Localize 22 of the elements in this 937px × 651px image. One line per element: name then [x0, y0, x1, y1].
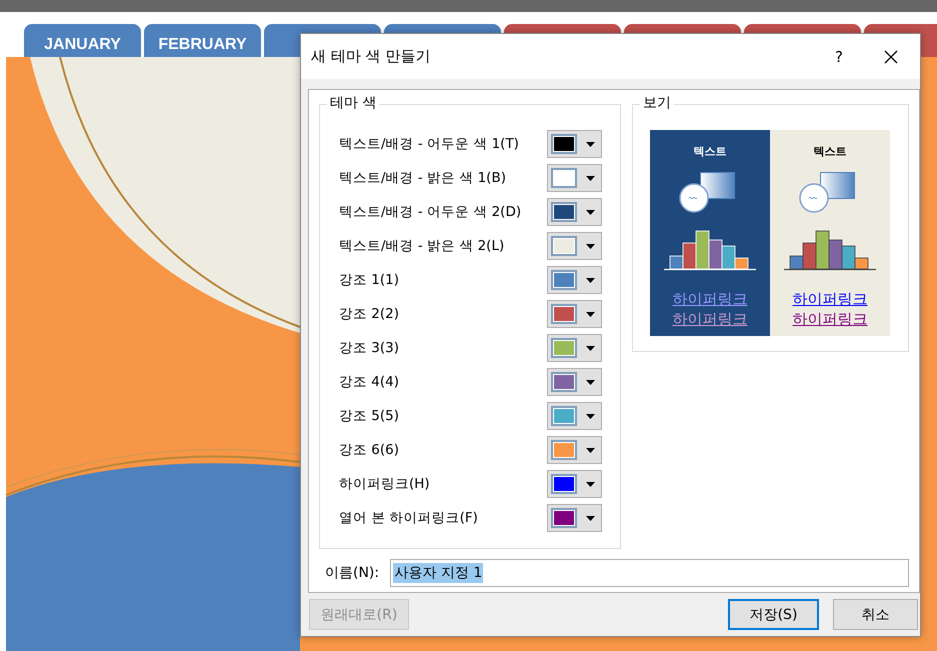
color-label: 텍스트/배경 - 어두운 색 1(T): [339, 135, 520, 153]
color-label: 강조 1(1): [339, 271, 400, 289]
color-label: 강조 4(4): [339, 373, 400, 391]
color-label: 열어 본 하이퍼링크(F): [339, 509, 479, 527]
hyperlink-sample: 하이퍼링크: [792, 309, 868, 329]
color-label: 텍스트/배경 - 어두운 색 2(D): [339, 203, 522, 221]
color-label: 텍스트/배경 - 밝은 색 1(B): [339, 169, 507, 187]
color-label: 강조 3(3): [339, 339, 400, 357]
hyperlink-sample: 하이퍼링크: [672, 309, 748, 329]
preview-heading: 텍스트: [814, 144, 846, 159]
group-title: 테마 색: [327, 94, 380, 112]
hyperlink-sample: 하이퍼링크: [672, 289, 748, 309]
color-label: 강조 5(5): [339, 407, 400, 425]
color-label: 하이퍼링크(H): [339, 475, 431, 493]
color-label: 강조 2(2): [339, 305, 400, 323]
hyperlink-sample: 하이퍼링크: [792, 289, 868, 309]
color-label: 강조 6(6): [339, 441, 400, 459]
preview-heading: 텍스트: [694, 144, 726, 159]
name-label: 이름(N):: [325, 564, 380, 582]
group-title: 보기: [640, 94, 674, 112]
window-title: 새 테마 색 만들기: [311, 47, 432, 66]
color-label: 텍스트/배경 - 밝은 색 2(L): [339, 237, 506, 255]
